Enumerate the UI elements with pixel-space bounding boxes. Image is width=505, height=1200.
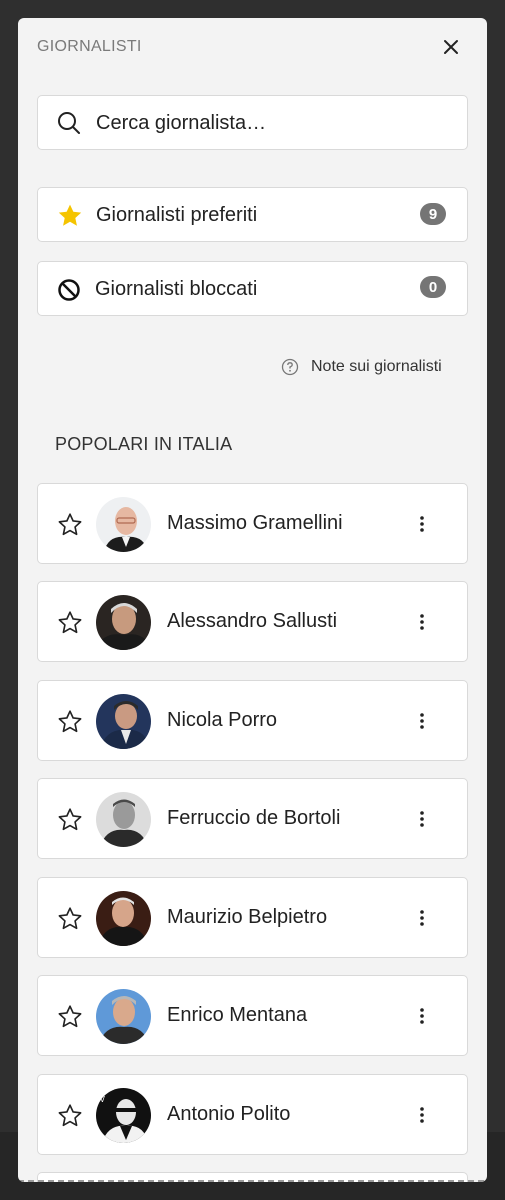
journalist-row[interactable]: Alessandro Sallusti xyxy=(37,581,468,662)
close-icon xyxy=(444,40,458,54)
blocked-button[interactable]: Giornalisti bloccati 0 xyxy=(37,261,468,316)
avatar xyxy=(96,595,151,650)
journalist-name: Enrico Mentana xyxy=(167,1004,308,1026)
block-icon xyxy=(58,279,80,301)
more-options-button[interactable] xyxy=(410,1004,434,1028)
more-options-button[interactable] xyxy=(410,807,434,831)
favorites-button[interactable]: Giornalisti preferiti 9 xyxy=(37,187,468,242)
avatar: Ꮩ xyxy=(96,1088,151,1143)
search-input[interactable] xyxy=(96,106,446,140)
avatar xyxy=(96,792,151,847)
favorites-label: Giornalisti preferiti xyxy=(96,204,258,226)
journalist-name: Alessandro Sallusti xyxy=(167,610,338,632)
blocked-label: Giornalisti bloccati xyxy=(95,278,258,300)
more-vertical-icon xyxy=(420,811,424,827)
more-options-button[interactable] xyxy=(410,906,434,930)
star-outline-icon[interactable] xyxy=(57,610,83,636)
help-circle-icon xyxy=(281,358,299,376)
avatar xyxy=(96,891,151,946)
svg-text:Ꮩ: Ꮩ xyxy=(99,1095,105,1104)
avatar xyxy=(96,694,151,749)
star-outline-icon[interactable] xyxy=(57,807,83,833)
more-options-button[interactable] xyxy=(410,512,434,536)
journalist-row[interactable]: Maurizio Belpietro xyxy=(37,877,468,958)
star-outline-icon[interactable] xyxy=(57,512,83,538)
star-filled-icon xyxy=(58,204,82,226)
blocked-count-badge: 0 xyxy=(420,276,446,298)
more-vertical-icon xyxy=(420,614,424,630)
notes-link-label: Note sui giornalisti xyxy=(311,358,442,375)
journalist-row[interactable]: Enrico Mentana xyxy=(37,975,468,1056)
journalist-name: Nicola Porro xyxy=(167,709,278,731)
journalist-name: Antonio Polito xyxy=(167,1103,291,1125)
search-field[interactable] xyxy=(37,95,468,150)
star-outline-icon[interactable] xyxy=(57,906,83,932)
avatar xyxy=(96,497,151,552)
journalist-row[interactable]: Ꮩ Antonio Polito xyxy=(37,1074,468,1155)
scroll-divider xyxy=(18,1180,487,1182)
star-outline-icon[interactable] xyxy=(57,1004,83,1030)
more-vertical-icon xyxy=(420,516,424,532)
notes-link[interactable]: Note sui giornalisti xyxy=(281,357,442,377)
star-outline-icon[interactable] xyxy=(57,709,83,735)
journalist-name: Massimo Gramellini xyxy=(167,512,343,534)
favorites-count-badge: 9 xyxy=(420,203,446,225)
avatar xyxy=(96,989,151,1044)
more-vertical-icon xyxy=(420,1107,424,1123)
journalist-name: Ferruccio de Bortoli xyxy=(167,807,341,829)
more-vertical-icon xyxy=(420,713,424,729)
journalist-row[interactable]: Nicola Porro xyxy=(37,680,468,761)
more-options-button[interactable] xyxy=(410,610,434,634)
more-options-button[interactable] xyxy=(410,1103,434,1127)
close-button[interactable] xyxy=(439,35,463,59)
journalist-name: Maurizio Belpietro xyxy=(167,906,328,928)
more-vertical-icon xyxy=(420,1008,424,1024)
more-options-button[interactable] xyxy=(410,709,434,733)
panel-title: GIORNALISTI xyxy=(37,38,142,55)
search-icon xyxy=(58,112,80,134)
journalist-row[interactable]: Ferruccio de Bortoli xyxy=(37,778,468,859)
section-title: POPOLARI IN ITALIA xyxy=(55,434,233,454)
more-vertical-icon xyxy=(420,910,424,926)
journalist-row[interactable]: Massimo Gramellini xyxy=(37,483,468,564)
journalists-panel: GIORNALISTI Giornalisti preferiti 9 Gior… xyxy=(18,18,487,1182)
star-outline-icon[interactable] xyxy=(57,1103,83,1129)
